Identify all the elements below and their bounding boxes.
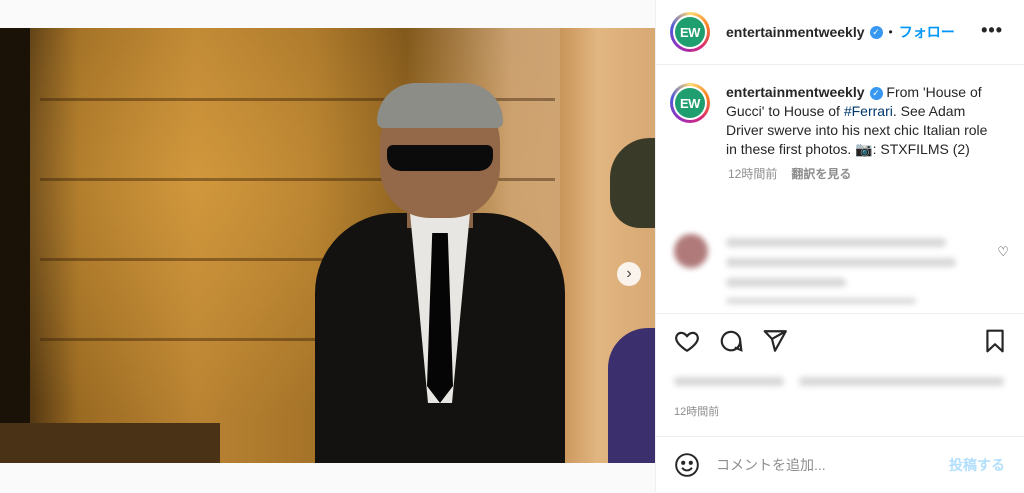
post-header: EW entertainmentweekly ✓ • フォロー ••• [656, 0, 1024, 65]
post-media[interactable]: › [0, 28, 655, 463]
blur-line [726, 258, 956, 267]
action-bar [656, 313, 1024, 370]
photo-bystander [600, 138, 655, 463]
comment-icon[interactable] [718, 328, 744, 354]
comment-avatar [674, 234, 708, 268]
avatar-ring-inner: EW [673, 86, 707, 120]
header-username[interactable]: entertainmentweekly [726, 24, 865, 40]
bookmark-icon[interactable] [982, 328, 1008, 354]
post-timestamp[interactable]: 12時間前 [674, 403, 719, 419]
blur-line [674, 377, 784, 386]
comment-input[interactable] [714, 456, 918, 474]
photo-hat [610, 138, 655, 228]
share-icon[interactable] [762, 328, 788, 354]
photo-sunglasses [387, 145, 493, 171]
caption-username[interactable]: entertainmentweekly [726, 84, 865, 100]
avatar-ring-inner: EW [673, 15, 707, 49]
caption-timestamp[interactable]: 12時間前 [728, 165, 777, 182]
follow-button[interactable]: フォロー [899, 22, 955, 42]
photo-man-in-suit [315, 83, 565, 463]
photo-hair [377, 83, 503, 128]
caption: EW entertainmentweekly ✓ From 'House of G… [656, 65, 1024, 159]
comment-like-icon[interactable]: ♡ [997, 244, 1009, 260]
verified-icon: ✓ [869, 25, 883, 39]
avatar-logo: EW [675, 88, 705, 118]
more-options-icon[interactable]: ••• [981, 20, 1003, 41]
hashtag-link[interactable]: #Ferrari [844, 103, 893, 119]
verified-icon: ✓ [869, 86, 883, 100]
comment-box: 投稿する [656, 436, 1024, 493]
heart-icon[interactable] [674, 328, 700, 354]
photo-purple-shirt [608, 328, 655, 463]
translate-button[interactable]: 翻訳を見る [791, 165, 851, 182]
blur-line [726, 238, 946, 247]
blurred-likes [674, 375, 1004, 389]
avatar-logo: EW [675, 17, 705, 47]
carousel-next-button[interactable]: › [617, 262, 641, 286]
blur-line [799, 377, 1004, 386]
caption-meta: 12時間前 翻訳を見る [728, 165, 1024, 182]
blur-line [726, 298, 916, 304]
emoji-icon[interactable] [674, 452, 700, 478]
photo-dark-edge [0, 28, 30, 463]
header-separator: • [888, 25, 893, 39]
post-comment-button[interactable]: 投稿する [949, 455, 1005, 475]
post-sidebar: EW entertainmentweekly ✓ • フォロー ••• EW e… [655, 0, 1024, 492]
blur-line [726, 278, 846, 287]
blurred-comment [670, 228, 970, 308]
chevron-right-icon: › [626, 265, 632, 282]
caption-text: entertainmentweekly ✓ From 'House of Gucc… [726, 83, 988, 159]
caption-avatar[interactable]: EW [670, 83, 710, 123]
avatar[interactable]: EW [670, 12, 710, 52]
photo-step [0, 423, 220, 463]
